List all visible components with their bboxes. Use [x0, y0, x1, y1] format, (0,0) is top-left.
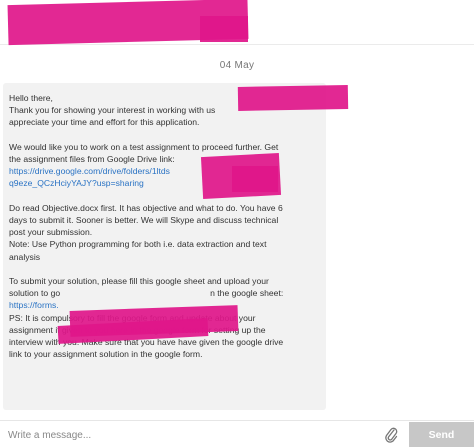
message-line: appreciate your time and effort for this… [9, 117, 200, 128]
send-button[interactable]: Send [409, 422, 474, 447]
message-text: n the google sheet: [210, 288, 284, 299]
message-line: We would like you to work on a test assi… [9, 141, 279, 152]
message-line: Note: Use Python programming for both i.… [9, 239, 267, 250]
message-line: days to submit it. Sooner is better. We … [9, 215, 279, 225]
message-composer: Send [0, 420, 474, 447]
message-text: solution to go [9, 288, 61, 299]
redaction-mark [237, 85, 349, 111]
date-separator: 04 May [219, 60, 255, 71]
conversation-header [0, 0, 474, 46]
redaction-mark [200, 16, 248, 42]
redaction-mark [232, 166, 278, 192]
message-line: Do read Objective.docx first. It has obj… [9, 202, 283, 213]
message-line: To submit your solution, please fill thi… [9, 276, 269, 286]
message-line: link to your assignment solution in the … [9, 349, 203, 360]
paperclip-icon[interactable] [383, 426, 399, 444]
message-line: post your submission. [9, 227, 93, 238]
message-bubble: Hello there, Thank you for showing your … [3, 83, 326, 410]
message-input[interactable] [3, 425, 373, 445]
message-line: solution to go n the google sheet: [9, 287, 320, 299]
message-line: analysis [9, 251, 41, 262]
